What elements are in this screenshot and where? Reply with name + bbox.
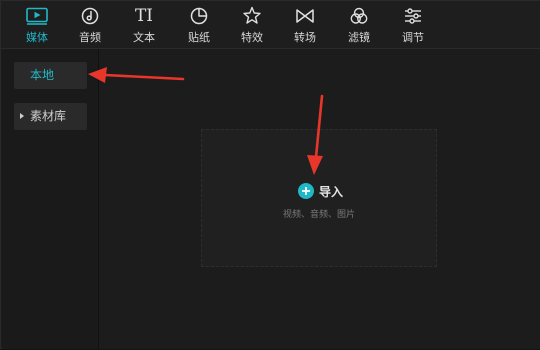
tab-text[interactable]: TI 文本 [119, 1, 169, 48]
tab-effects[interactable]: 特效 [227, 1, 277, 48]
tab-label: 调节 [402, 31, 424, 44]
app-window: 媒体 音频 TI 文本 贴纸 特效 转场 滤镜 调节 本地 素材库 导入 视频、… [0, 0, 540, 349]
import-dropzone[interactable]: 导入 视频、音频、图片 [201, 129, 437, 267]
tab-label: 滤镜 [348, 31, 370, 44]
import-label: 导入 [319, 184, 344, 199]
adjust-sliders-icon [388, 6, 438, 26]
import-button[interactable]: 导入 [298, 182, 343, 200]
media-panel: 导入 视频、音频、图片 [99, 49, 540, 349]
tab-media[interactable]: 媒体 [12, 1, 62, 48]
tab-label: 媒体 [26, 31, 48, 44]
audio-note-icon [65, 6, 115, 26]
transition-bowtie-icon [280, 6, 330, 26]
tab-sticker[interactable]: 贴纸 [174, 1, 224, 48]
tab-label: 贴纸 [188, 31, 210, 44]
tab-label: 文本 [133, 31, 155, 44]
sidebar: 本地 素材库 [2, 49, 99, 349]
media-play-icon [12, 6, 62, 26]
tab-adjust[interactable]: 调节 [388, 1, 438, 48]
caret-right-icon[interactable] [20, 113, 24, 119]
effect-star-icon [227, 6, 277, 26]
text-ti-glyph: TI [134, 6, 154, 26]
tab-label: 音频 [79, 31, 101, 44]
sidebar-item-material-library[interactable]: 素材库 [14, 103, 87, 130]
tab-transition[interactable]: 转场 [280, 1, 330, 48]
tab-label: 特效 [241, 31, 263, 44]
plus-icon [298, 183, 314, 199]
sidebar-item-label: 本地 [30, 68, 55, 82]
filter-circles-icon [334, 6, 384, 26]
sticker-icon [174, 6, 224, 26]
top-toolbar: 媒体 音频 TI 文本 贴纸 特效 转场 滤镜 调节 [1, 1, 540, 49]
tab-audio[interactable]: 音频 [65, 1, 115, 48]
import-hint: 视频、音频、图片 [282, 210, 355, 220]
sidebar-item-local[interactable]: 本地 [14, 62, 87, 89]
tab-label: 转场 [294, 31, 316, 44]
sidebar-item-label: 素材库 [30, 109, 67, 123]
text-ti-icon: TI [119, 6, 169, 26]
tab-filter[interactable]: 滤镜 [334, 1, 384, 48]
